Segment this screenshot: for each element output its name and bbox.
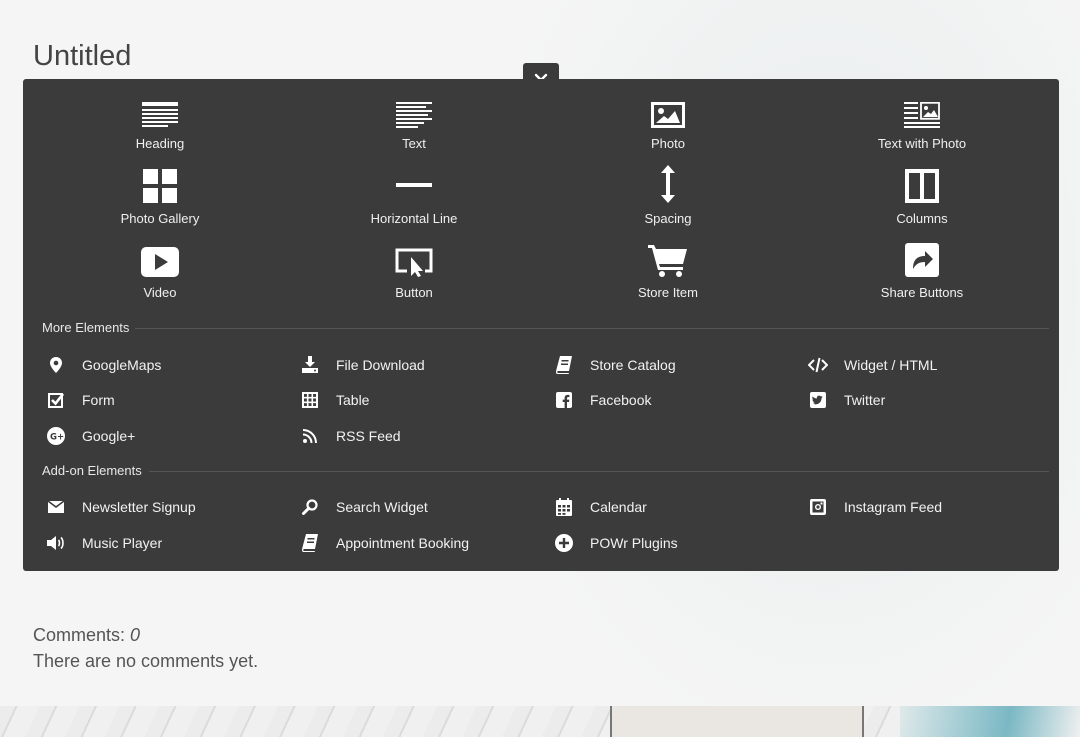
- tile-label: Columns: [896, 211, 948, 226]
- comments-count: 0: [130, 625, 141, 645]
- add-element-panel: Heading Text Photo Text with Photo Photo…: [23, 79, 1059, 571]
- item-label: Google+: [82, 428, 136, 444]
- item-label: Twitter: [844, 392, 886, 408]
- item-label: Facebook: [590, 392, 652, 408]
- item-label: File Download: [336, 357, 425, 373]
- tile-text[interactable]: Text: [287, 94, 541, 164]
- photo-gallery-icon: [143, 169, 177, 203]
- heading-icon: [142, 102, 178, 127]
- item-file-download[interactable]: File Download: [300, 353, 425, 377]
- share-icon: [905, 243, 939, 277]
- instagram-icon: [810, 499, 826, 515]
- download-icon: [302, 356, 318, 373]
- speaker-icon: [47, 536, 64, 550]
- item-calendar[interactable]: Calendar: [554, 495, 647, 519]
- item-label: Search Widget: [336, 499, 428, 515]
- item-rss-feed[interactable]: RSS Feed: [300, 424, 401, 448]
- calendar-icon: [556, 498, 572, 516]
- item-music-player[interactable]: Music Player: [46, 531, 162, 555]
- item-powr-plugins[interactable]: POWr Plugins: [554, 531, 678, 555]
- tile-label: Photo Gallery: [120, 211, 200, 226]
- spacing-icon: [661, 165, 675, 203]
- item-appointment-booking[interactable]: Appointment Booking: [300, 531, 469, 555]
- comments-section: Comments: 0 There are no comments yet.: [33, 622, 258, 674]
- tile-button[interactable]: Button: [287, 243, 541, 313]
- checkbox-icon: [48, 393, 64, 408]
- tile-label: Text with Photo: [877, 136, 967, 151]
- photo-icon: [651, 102, 685, 128]
- item-form[interactable]: Form: [46, 388, 115, 412]
- item-label: Newsletter Signup: [82, 499, 196, 515]
- tile-label: Video: [143, 285, 177, 300]
- columns-icon: [905, 169, 939, 203]
- map-pin-icon: [50, 357, 62, 373]
- tile-video[interactable]: Video: [33, 243, 287, 313]
- rss-icon: [303, 429, 317, 443]
- item-label: Appointment Booking: [336, 535, 470, 551]
- divider: [149, 471, 1049, 472]
- item-label: Table: [336, 392, 370, 408]
- item-label: Store Catalog: [590, 357, 676, 373]
- more-elements-heading: More Elements: [42, 320, 130, 335]
- tile-label: Horizontal Line: [370, 211, 458, 226]
- table-icon: [302, 392, 318, 408]
- book-icon: [302, 534, 318, 552]
- item-twitter[interactable]: Twitter: [808, 388, 885, 412]
- button-icon: [395, 248, 433, 277]
- text-icon: [396, 102, 432, 128]
- comments-count-line: Comments: 0: [33, 622, 258, 648]
- item-facebook[interactable]: Facebook: [554, 388, 651, 412]
- tile-label: Button: [395, 285, 433, 300]
- tile-label: Heading: [135, 136, 185, 151]
- item-label: GoogleMaps: [82, 357, 162, 373]
- no-comments-text: There are no comments yet.: [33, 651, 259, 671]
- search-icon: [302, 499, 318, 515]
- tile-share-buttons[interactable]: Share Buttons: [795, 243, 1049, 313]
- tile-label: Photo: [651, 136, 685, 151]
- item-store-catalog[interactable]: Store Catalog: [554, 353, 676, 377]
- code-icon: [808, 357, 828, 373]
- tile-label: Share Buttons: [880, 285, 964, 300]
- facebook-icon: [556, 392, 572, 408]
- item-label: Instagram Feed: [844, 499, 943, 515]
- book-icon: [556, 356, 572, 374]
- item-google-plus[interactable]: G+ Google+: [46, 424, 135, 448]
- svg-text:G+: G+: [50, 433, 64, 443]
- item-label: Music Player: [82, 535, 163, 551]
- item-label: Calendar: [590, 499, 647, 515]
- tile-photo-gallery[interactable]: Photo Gallery: [33, 169, 287, 239]
- video-icon: [141, 247, 179, 277]
- tile-label: Text: [402, 136, 426, 151]
- item-label: POWr Plugins: [590, 535, 678, 551]
- tile-text-with-photo[interactable]: Text with Photo: [795, 94, 1049, 164]
- addon-elements-heading: Add-on Elements: [42, 463, 142, 478]
- item-widget-html[interactable]: Widget / HTML: [808, 353, 937, 377]
- tile-photo[interactable]: Photo: [541, 94, 795, 164]
- horizontal-line-icon: [396, 183, 432, 187]
- envelope-icon: [48, 501, 64, 513]
- tile-spacing[interactable]: Spacing: [541, 165, 795, 239]
- divider: [135, 328, 1049, 329]
- tile-columns[interactable]: Columns: [795, 169, 1049, 239]
- twitter-icon: [810, 392, 826, 408]
- item-newsletter-signup[interactable]: Newsletter Signup: [46, 495, 196, 519]
- text-with-photo-icon: [904, 102, 940, 128]
- tile-heading[interactable]: Heading: [33, 94, 287, 164]
- item-googlemaps[interactable]: GoogleMaps: [46, 353, 161, 377]
- google-plus-icon: G+: [47, 427, 65, 445]
- item-label: RSS Feed: [336, 428, 401, 444]
- tile-store-item[interactable]: Store Item: [541, 243, 795, 313]
- item-instagram-feed[interactable]: Instagram Feed: [808, 495, 942, 519]
- item-search-widget[interactable]: Search Widget: [300, 495, 428, 519]
- tile-label: Spacing: [644, 211, 692, 226]
- item-label: Widget / HTML: [844, 357, 938, 373]
- page-title: Untitled: [33, 40, 132, 72]
- item-table[interactable]: Table: [300, 388, 369, 412]
- item-label: Form: [82, 392, 115, 408]
- plus-circle-icon: [555, 534, 573, 552]
- comments-label: Comments:: [33, 625, 126, 645]
- tile-horizontal-line[interactable]: Horizontal Line: [287, 169, 541, 239]
- tile-label: Store Item: [638, 285, 698, 300]
- cart-icon: [648, 245, 687, 277]
